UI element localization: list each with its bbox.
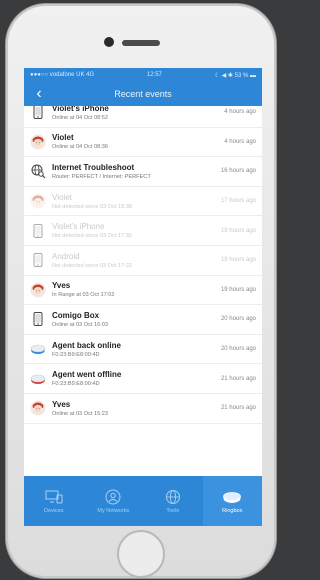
event-text: Yves Online at 03 Oct 15:23 [52,400,217,417]
event-row[interactable]: Agent went offline F0:23:B9:E8:00:4D 21 ho… [24,364,262,394]
event-title: Comigo Box [52,310,100,320]
event-title: Violet's iPhone [52,106,109,113]
devices-icon [45,489,63,505]
event-time: 16 hours ago [220,168,256,175]
app-screen: ●●●○○ vodafone UK 4G 12:57 ☾ ◀ ✱ 53 % ▬ … [24,68,262,526]
globe-icon [165,489,181,505]
event-text: Internet Troubleshoot Router: PERFECT / I… [52,163,217,180]
event-subtitle: Router: PERFECT / Internet: PERFECT [52,173,151,180]
phone-frame: ●●●○○ vodafone UK 4G 12:57 ☾ ◀ ✱ 53 % ▬ … [6,4,276,578]
tab-my-networks[interactable]: My Networks [84,476,144,526]
page-title: Recent events [114,89,172,99]
event-subtitle: Not detected since 03 Oct 17:22 [52,262,132,269]
event-title: Violet [52,192,72,202]
event-text: Android Not detected since 03 Oct 17:22 [52,252,217,269]
person-avatar-icon [30,400,46,416]
event-subtitle: Online at 03 Oct 16:03 [52,321,108,328]
status-carrier: ●●●○○ vodafone UK 4G [30,72,95,78]
tab-ringbox[interactable]: Ringbox [202,476,262,526]
event-row[interactable]: Comigo Box Online at 03 Oct 16:03 20 hours… [24,305,262,335]
phone-icon [30,223,46,239]
networks-icon [105,489,121,505]
event-time: 20 hours ago [220,316,256,323]
event-title: Internet Troubleshoot [52,162,135,172]
tab-label: My Networks [97,507,130,514]
event-row[interactable]: Android Not detected since 03 Oct 17:22 19… [24,246,262,276]
event-text: Agent back online F0:23:B9:E8:00:4D [52,341,217,358]
ringbox-icon [222,489,242,505]
event-subtitle: Online at 04 Oct 08:52 [52,114,108,121]
tab-devices[interactable]: Devices [24,476,84,526]
status-bar: ●●●○○ vodafone UK 4G 12:57 ☾ ◀ ✱ 53 % ▬ [24,68,262,82]
event-text: Yves In Range at 03 Oct 17:02 [52,281,217,298]
person-avatar-icon [30,134,46,150]
event-title: Agent back online [52,340,121,350]
event-title: Violet [52,133,74,143]
phone-icon [30,252,46,268]
chevron-left-icon: ‹ [36,85,42,102]
status-indicators: ☾ ◀ ✱ 53 % ▬ [214,72,256,79]
event-time: 20 hours ago [220,346,256,353]
event-time: 21 hours ago [220,375,256,382]
event-title: Agent went offline [52,370,122,380]
status-time: 12:57 [146,72,162,78]
event-subtitle: In Range at 03 Oct 17:02 [52,292,115,299]
phone-icon [30,311,46,327]
event-time: 21 hours ago [220,405,256,412]
event-text: Violet's iPhone Online at 04 Oct 08:52 [52,106,220,121]
event-title: Android [52,251,80,261]
agent-offline-icon [30,371,46,387]
tab-label: Ringbox [222,507,243,514]
globe-search-icon [30,163,46,179]
event-row[interactable]: Violet Not detected since 03 Oct 19:38 17 … [24,187,262,217]
event-row[interactable]: Yves In Range at 03 Oct 17:02 19 hours ago [24,276,262,306]
tab-label: Tools [166,507,180,514]
agent-online-icon [30,341,46,357]
event-title: Yves [52,281,71,291]
event-row[interactable]: Yves Online at 03 Oct 15:23 21 hours ago [24,394,262,424]
tab-tools[interactable]: Tools [143,476,203,526]
event-time: 17 hours ago [220,198,256,205]
event-time: 4 hours ago [224,138,256,145]
event-subtitle: Online at 04 Oct 08:36 [52,144,108,151]
event-time: 19 hours ago [220,257,256,264]
event-text: Violet Not detected since 03 Oct 19:38 [52,193,217,210]
earpiece-speaker [122,40,160,46]
event-title: Violet's iPhone [52,222,105,232]
tab-bar: Devices My Networks Tools Ringbox [24,476,262,526]
home-button[interactable] [117,530,165,578]
event-row[interactable]: Agent back online F0:23:B9:E8:00:4D 20 hou… [24,335,262,365]
event-text: Comigo Box Online at 03 Oct 16:03 [52,311,217,328]
event-title: Yves [52,399,71,409]
event-subtitle: F0:23:B9:E8:00:4D [52,381,100,388]
tab-label: Devices [43,507,64,514]
event-row[interactable]: Internet Troubleshoot Router: PERFECT / I… [24,157,262,187]
event-row[interactable]: Violet Online at 04 Oct 08:36 4 hours ago [24,128,262,158]
back-button[interactable]: ‹ [30,84,48,104]
event-subtitle: F0:23:B9:E8:00:4D [52,351,100,358]
event-time: 19 hours ago [220,227,256,234]
front-camera [104,37,114,47]
event-time: 4 hours ago [224,109,256,116]
event-subtitle: Online at 03 Oct 15:23 [52,410,108,417]
phone-icon [30,106,46,120]
event-row[interactable]: Violet's iPhone Online at 04 Oct 08:52 4 h… [24,106,262,128]
event-text: Agent went offline F0:23:B9:E8:00:4D [52,370,217,387]
event-row[interactable]: Violet's iPhone Not detected since 03 Oct… [24,216,262,246]
event-time: 19 hours ago [220,286,256,293]
nav-bar: ‹ Recent events [24,82,262,106]
event-text: Violet's iPhone Not detected since 03 Oct… [52,222,217,239]
event-subtitle: Not detected since 03 Oct 19:38 [52,203,132,210]
person-avatar-icon [30,282,46,298]
events-list[interactable]: Violet's iPhone Online at 04 Oct 08:52 4 h… [24,106,262,476]
person-avatar-icon [30,193,46,209]
event-subtitle: Not detected since 03 Oct 17:35 [52,233,132,240]
event-text: Violet Online at 04 Oct 08:36 [52,133,220,150]
